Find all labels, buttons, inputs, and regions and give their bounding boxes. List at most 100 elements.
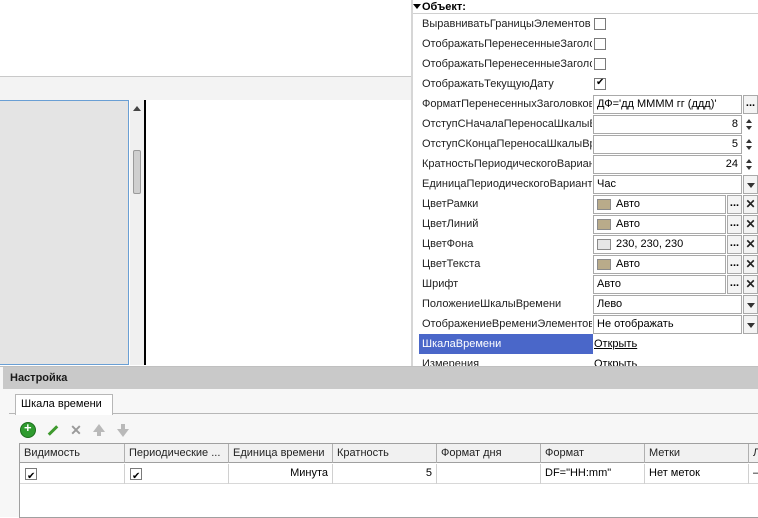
property-field[interactable]: Не отображать [593, 315, 742, 334]
checkbox[interactable] [130, 467, 142, 484]
table-cell[interactable] [437, 464, 541, 484]
add-icon[interactable] [20, 420, 36, 438]
collapse-triangle-icon[interactable] [413, 4, 421, 9]
property-value[interactable]: 5 [593, 135, 758, 154]
checkbox[interactable] [594, 77, 606, 90]
checkbox[interactable] [25, 467, 37, 484]
property-row[interactable]: ВыравниватьГраницыЭлементов [413, 14, 758, 34]
property-name[interactable]: ЦветЛиний [422, 214, 592, 234]
column-header[interactable]: Периодические ... [125, 444, 229, 463]
clear-icon[interactable]: ✕ [743, 235, 758, 254]
column-header[interactable]: Единица времени [229, 444, 333, 463]
property-field[interactable]: Час [593, 175, 742, 194]
property-value[interactable]: 8 [593, 115, 758, 134]
vertical-scrollbar[interactable] [130, 100, 146, 365]
property-row[interactable]: ОтступСКонцаПереносаШкалыВремени5 [413, 134, 758, 154]
property-row[interactable]: ЦветФона 230, 230, 230... ✕ [413, 234, 758, 254]
ellipsis-icon[interactable]: ... [727, 195, 742, 214]
property-field[interactable]: 230, 230, 230 [593, 235, 726, 254]
property-value[interactable]: 230, 230, 230... ✕ [593, 235, 758, 254]
timescale-area[interactable] [0, 100, 129, 365]
property-row[interactable]: ЦветРамки Авто... ✕ [413, 194, 758, 214]
clear-icon[interactable]: ✕ [743, 255, 758, 274]
property-row[interactable]: ОтступСНачалаПереносаШкалыВремени8 [413, 114, 758, 134]
move-up-icon[interactable] [92, 422, 108, 438]
dropdown-arrow-icon[interactable] [743, 315, 758, 334]
dropdown-arrow-icon[interactable] [743, 175, 758, 194]
ellipsis-icon[interactable]: ... [743, 95, 758, 114]
property-value[interactable]: Авто... ✕ [593, 255, 758, 274]
scroll-up-icon[interactable] [133, 106, 141, 111]
tab-timescale[interactable]: Шкала времени [15, 394, 113, 415]
open-link[interactable]: Открыть [594, 338, 637, 350]
delete-icon[interactable]: ✕ [68, 422, 84, 438]
property-value[interactable]: ДФ='дд ММММ гг (ддд)'... [593, 95, 758, 114]
property-name[interactable]: Шрифт [422, 274, 592, 294]
property-row[interactable]: ОтображениеВремениЭлементов Не отображать [413, 314, 758, 334]
ellipsis-icon[interactable]: ... [727, 235, 742, 254]
column-header[interactable]: Метки [645, 444, 749, 463]
property-row[interactable]: ПоложениеШкалыВремени Лево [413, 294, 758, 314]
property-row[interactable]: КратностьПериодическогоВарианта 24 [413, 154, 758, 174]
table-cell[interactable]: Минута [229, 464, 333, 484]
property-value[interactable]: Открыть [593, 335, 758, 354]
property-row[interactable]: Шрифт Авто... ✕ [413, 274, 758, 294]
property-name[interactable]: ОтступСКонцаПереносаШкалыВремени [422, 134, 592, 154]
property-value[interactable] [593, 15, 758, 34]
property-name[interactable]: ПоложениеШкалыВремени [422, 294, 592, 314]
property-field[interactable]: Авто [593, 215, 726, 234]
table-cell[interactable]: — [749, 464, 758, 484]
property-row[interactable]: ЦветЛиний Авто... ✕ [413, 214, 758, 234]
column-header[interactable]: Формат дня [437, 444, 541, 463]
property-value[interactable]: Лево [593, 295, 758, 314]
table-cell[interactable] [125, 464, 229, 484]
checkbox[interactable] [594, 58, 606, 70]
property-field[interactable]: 8 [593, 115, 742, 134]
column-header[interactable]: Кратность [333, 444, 437, 463]
clear-icon[interactable]: ✕ [743, 275, 758, 294]
column-header[interactable]: Формат [541, 444, 645, 463]
checkbox[interactable] [594, 18, 606, 30]
property-row[interactable]: ЕдиницаПериодическогоВарианта Час [413, 174, 758, 194]
table-cell[interactable]: DF="HH:mm" [541, 464, 645, 484]
ellipsis-icon[interactable]: ... [727, 275, 742, 294]
edit-icon[interactable] [45, 422, 61, 438]
property-field[interactable]: Авто [593, 255, 726, 274]
property-value[interactable]: Не отображать [593, 315, 758, 334]
column-header[interactable]: Л [749, 444, 758, 463]
property-value[interactable]: Авто... ✕ [593, 195, 758, 214]
table-cell[interactable]: Нет меток [645, 464, 749, 484]
property-name[interactable]: ЦветТекста [422, 254, 592, 274]
property-name[interactable]: ВыравниватьГраницыЭлементов [422, 14, 592, 34]
property-field[interactable]: Авто [593, 195, 726, 214]
move-down-icon[interactable] [116, 422, 132, 438]
column-header[interactable]: Видимость [20, 444, 125, 463]
property-field[interactable]: ДФ='дд ММММ гг (ддд)' [593, 95, 742, 114]
property-row[interactable]: ОтображатьПеренесенныеЗаголовкиШкалы [413, 54, 758, 74]
clear-icon[interactable]: ✕ [743, 195, 758, 214]
property-name[interactable]: ОтображатьПеренесенныеЗаголовки [422, 34, 592, 54]
property-value[interactable]: Авто... ✕ [593, 215, 758, 234]
properties-section-header[interactable]: Объект: [413, 0, 758, 14]
checkbox[interactable] [594, 38, 606, 50]
property-value[interactable] [593, 55, 758, 74]
scroll-thumb[interactable] [133, 150, 141, 194]
planner-area[interactable] [149, 100, 411, 365]
property-value[interactable]: Час [593, 175, 758, 194]
property-row[interactable]: ФорматПеренесенныхЗаголовков ДФ='дд ММММ … [413, 94, 758, 114]
property-name[interactable]: ШкалаВремени [419, 334, 593, 354]
property-field[interactable]: Авто [593, 275, 726, 294]
spinner-icon[interactable] [743, 135, 758, 154]
spinner-icon[interactable] [743, 155, 758, 174]
property-row[interactable]: ШкалаВремени Открыть [413, 334, 758, 354]
dropdown-arrow-icon[interactable] [743, 295, 758, 314]
property-name[interactable]: ОтображатьПеренесенныеЗаголовкиШкалы [422, 54, 592, 74]
property-field[interactable]: Лево [593, 295, 742, 314]
spinner-icon[interactable] [743, 115, 758, 134]
property-name[interactable]: ЕдиницаПериодическогоВарианта [422, 174, 592, 194]
table-cell[interactable]: 5 [333, 464, 437, 484]
property-name[interactable]: ЦветРамки [422, 194, 592, 214]
property-name[interactable]: ЦветФона [422, 234, 592, 254]
property-name[interactable]: КратностьПериодическогоВарианта [422, 154, 592, 174]
property-row[interactable]: ЦветТекста Авто... ✕ [413, 254, 758, 274]
